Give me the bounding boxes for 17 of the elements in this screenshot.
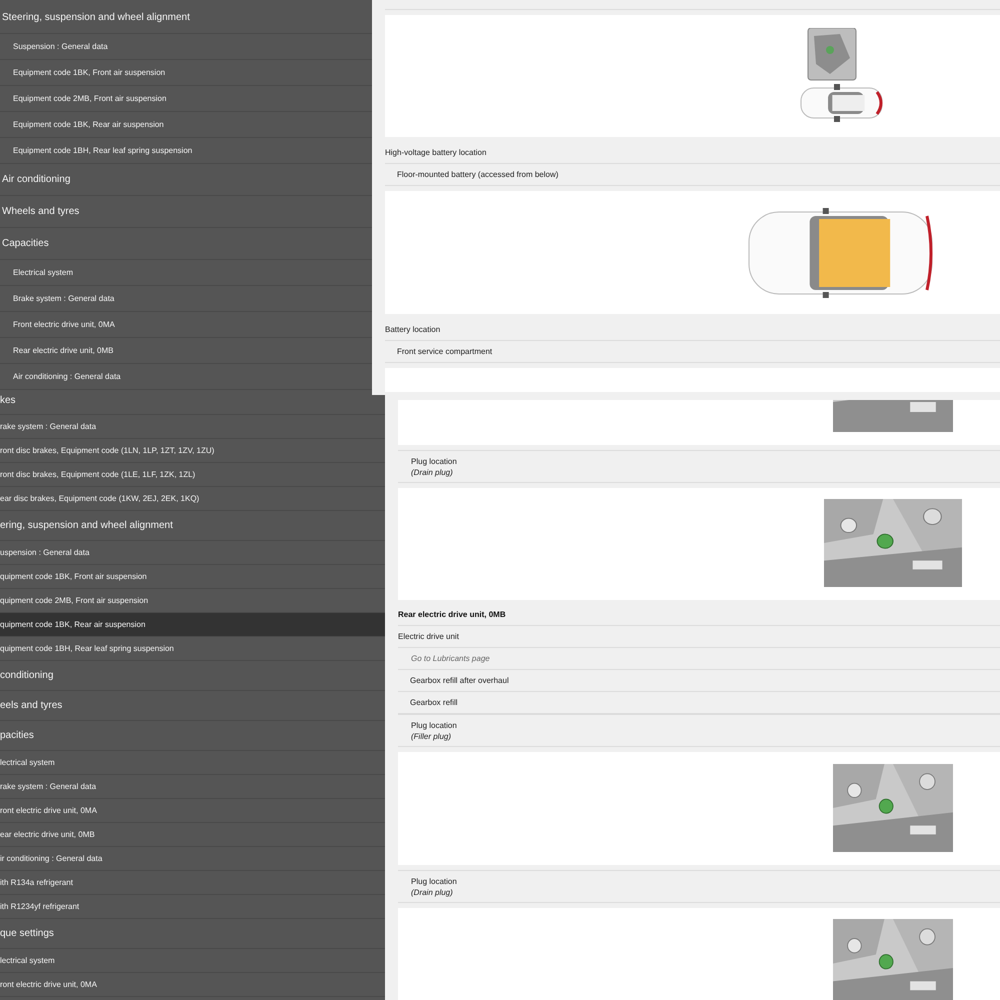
row-note: (Drain plug) [411, 466, 454, 478]
row-label: Plug location [411, 456, 458, 466]
section-label: High-voltage battery location [385, 146, 486, 158]
section-label: Electric drive unit [398, 630, 459, 642]
sidebar-item[interactable]: quipment code 1BK, Rear air suspension [0, 613, 385, 637]
section-title: Rear electric drive unit, 0MB [398, 609, 506, 621]
row-label: Gearbox refill [410, 696, 458, 708]
section-label: Battery location [385, 324, 440, 336]
row-label: Floor-mounted battery (accessed from below) [397, 168, 558, 180]
row-label: Front service compartment [397, 346, 492, 358]
row-note: (Drain plug) [411, 886, 454, 898]
row-note: (Filler plug) [411, 730, 452, 742]
row-label: Plug location [411, 876, 458, 886]
row-label: Gearbox refill after overhaul [410, 674, 509, 686]
sidebar-section[interactable]: kes [0, 395, 385, 415]
row-label: Plug location [411, 720, 458, 730]
lubricants-link[interactable]: Go to Lubricants page [411, 652, 490, 664]
